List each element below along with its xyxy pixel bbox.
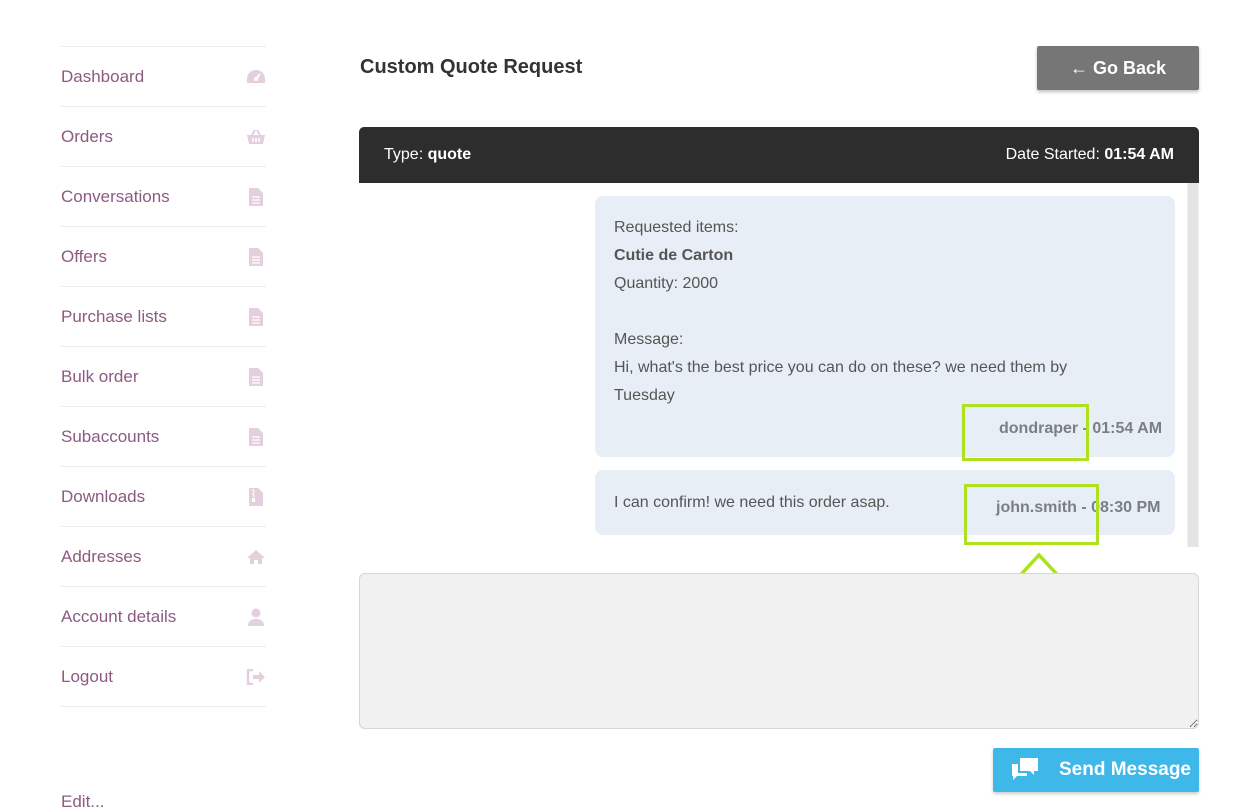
message-input[interactable] [359,573,1199,729]
sidebar-item-logout[interactable]: Logout [61,647,266,707]
sidebar-item-offers[interactable]: Offers [61,227,266,287]
conversation-date: Date Started: 01:54 AM [1006,146,1174,164]
message-bubble: Requested items: Cutie de Carton Quantit… [595,196,1175,457]
message-label: Message: [614,331,684,348]
date-value: 01:54 AM [1104,146,1174,163]
home-icon [246,547,266,567]
message-author: dondraper [999,420,1079,437]
scrollbar-thumb[interactable] [1188,183,1198,547]
chat-bubbles-icon [1011,757,1039,783]
sidebar-item-cut-off[interactable]: Edit... [61,792,104,812]
requested-items-label: Requested items: [614,219,739,236]
account-sidebar: Dashboard Orders Conversations Offers Pu… [61,46,266,707]
type-label: Type: [384,146,424,163]
meta-separator: - [1081,499,1087,516]
dashboard-icon [246,67,266,87]
sidebar-item-label: Logout [61,666,113,686]
sidebar-item-label: Offers [61,246,107,266]
message-bubble: I can confirm! we need this order asap. … [595,470,1175,535]
message-meta: dondraper - 01:54 AM [999,420,1162,438]
message-meta: john.smith - 08:30 PM [996,499,1161,517]
send-message-label: Send Message [1059,759,1191,780]
meta-separator: - [1082,420,1088,437]
conversation-type: Type: quote [384,146,471,164]
type-value: quote [427,146,472,163]
document-icon [246,187,266,207]
sidebar-item-label: Orders [61,126,113,146]
message-text-line: Tuesday [614,387,675,404]
message-time: 01:54 AM [1092,420,1163,437]
document-icon [246,427,266,447]
sidebar-item-subaccounts[interactable]: Subaccounts [61,407,266,467]
send-message-button[interactable]: Send Message [993,748,1199,792]
sidebar-item-orders[interactable]: Orders [61,107,266,167]
sidebar-item-addresses[interactable]: Addresses [61,527,266,587]
basket-icon [246,127,266,147]
go-back-button[interactable]: ← Go Back [1037,46,1199,90]
date-label: Date Started: [1005,146,1100,163]
sidebar-item-label: Account details [61,606,177,626]
message-text: I can confirm! we need this order asap. [614,494,890,511]
archive-file-icon [246,487,266,507]
item-name: Cutie de Carton [614,247,734,264]
sidebar-item-conversations[interactable]: Conversations [61,167,266,227]
sidebar-item-label: Dashboard [61,66,145,86]
message-time: 08:30 PM [1091,499,1161,516]
document-icon [246,367,266,387]
sidebar-item-label: Downloads [61,486,146,506]
sidebar-item-downloads[interactable]: Downloads [61,467,266,527]
sidebar-item-label: Purchase lists [61,306,167,326]
message-author: john.smith [996,499,1077,516]
page-title: Custom Quote Request [360,56,583,78]
document-icon [246,307,266,327]
sidebar-item-account-details[interactable]: Account details [61,587,266,647]
sidebar-item-label: Conversations [61,186,170,206]
item-quantity: Quantity: 2000 [614,275,719,292]
sidebar-item-purchase-lists[interactable]: Purchase lists [61,287,266,347]
sidebar-item-label: Addresses [61,546,142,566]
document-icon [246,247,266,267]
sidebar-item-label: Bulk order [61,366,139,386]
sidebar-item-bulk-order[interactable]: Bulk order [61,347,266,407]
sign-out-icon [246,667,266,687]
conversation-header: Type: quote Date Started: 01:54 AM [359,127,1199,183]
sidebar-item-label: Subaccounts [61,426,160,446]
sidebar-item-dashboard[interactable]: Dashboard [61,47,266,107]
user-icon [246,607,266,627]
message-text-line: Hi, what's the best price you can do on … [614,359,1068,376]
